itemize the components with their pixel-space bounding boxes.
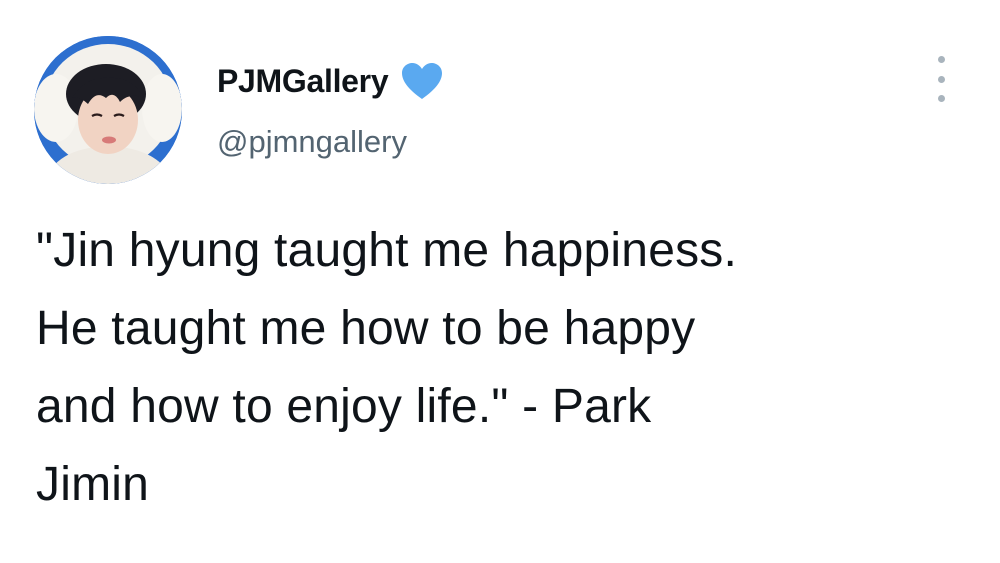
display-name[interactable]: PJMGallery bbox=[217, 58, 389, 104]
user-name-row: PJMGallery bbox=[217, 58, 444, 104]
user-handle[interactable]: @pjmngallery bbox=[217, 122, 407, 162]
more-vertical-icon[interactable] bbox=[926, 56, 956, 102]
more-dot bbox=[937, 95, 945, 102]
more-dot bbox=[937, 75, 945, 83]
more-dot bbox=[937, 56, 945, 63]
heart-icon bbox=[400, 61, 444, 101]
tweet-text: "Jin hyung taught me happiness. He taugh… bbox=[36, 224, 738, 511]
avatar[interactable] bbox=[34, 36, 182, 184]
tweet-card: PJMGallery @pjmngallery "Jin hyung taugh… bbox=[0, 0, 1000, 563]
avatar-image bbox=[34, 36, 182, 184]
